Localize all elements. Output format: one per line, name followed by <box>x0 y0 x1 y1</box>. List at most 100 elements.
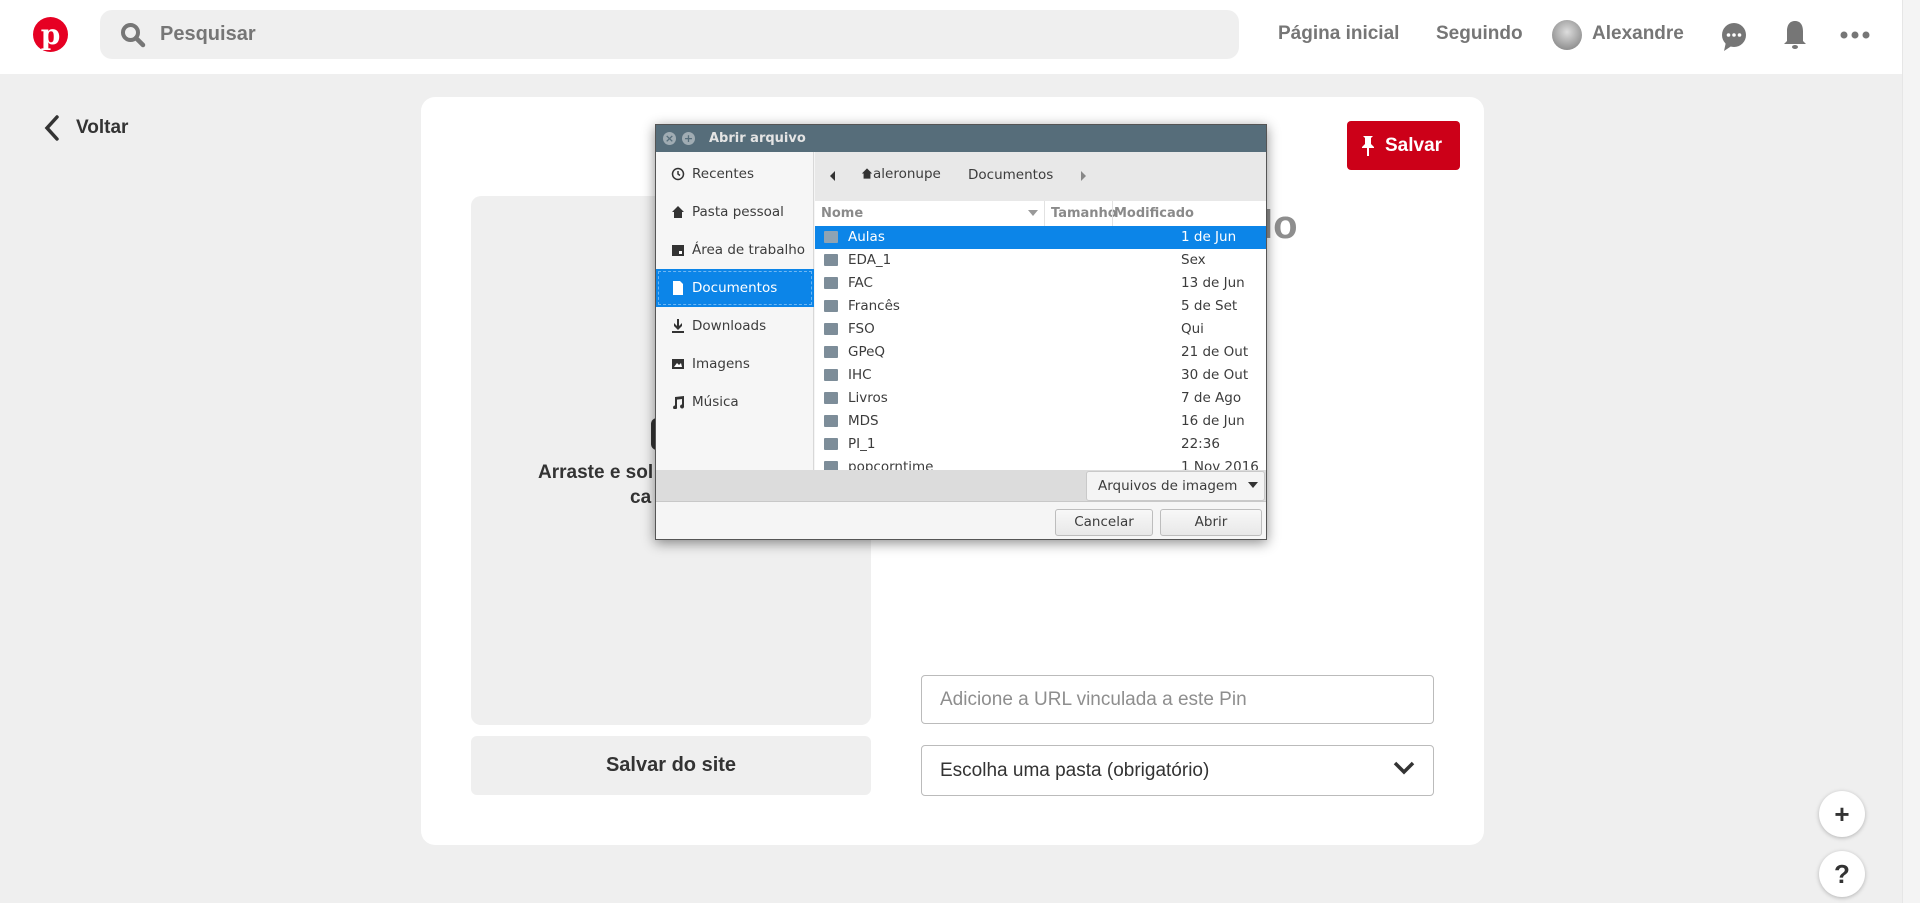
file-row[interactable]: popcorntime 1 Nov 2016 <box>815 456 1266 470</box>
sidebar-item-imagens[interactable]: Imagens <box>656 345 814 383</box>
path-segment-documentos[interactable]: Documentos <box>968 167 1053 183</box>
file-row[interactable]: GPeQ 21 de Out <box>815 341 1266 364</box>
music-icon <box>673 396 685 409</box>
search-icon <box>121 23 146 48</box>
folder-select-label: Escolha uma pasta (obrigatório) <box>940 760 1210 781</box>
file-type-filter[interactable]: Arquivos de imagem <box>1086 471 1265 501</box>
save-button-label: Salvar <box>1385 135 1443 156</box>
column-modified[interactable]: Modificado <box>1114 201 1194 226</box>
scrollbar[interactable] <box>1902 0 1920 903</box>
search-input[interactable]: Pesquisar <box>100 10 1239 59</box>
file-modified: 13 de Jun <box>1181 275 1245 291</box>
folder-icon <box>824 300 838 312</box>
upload-text-2: ca <box>630 487 652 508</box>
close-icon[interactable]: × <box>663 132 676 145</box>
file-modified: Sex <box>1181 252 1206 268</box>
sidebar-label: Imagens <box>692 356 750 372</box>
document-icon <box>673 281 683 295</box>
file-modified: 22:36 <box>1181 436 1220 452</box>
column-size[interactable]: Tamanho <box>1051 201 1117 226</box>
cancel-button[interactable]: Cancelar <box>1055 509 1153 536</box>
folder-icon <box>824 254 838 266</box>
avatar[interactable] <box>1552 20 1582 50</box>
sidebar-item-pasta-pessoal[interactable]: Pasta pessoal <box>656 193 814 231</box>
file-row[interactable]: PI_1 22:36 <box>815 433 1266 456</box>
save-from-site-button[interactable]: Salvar do site <box>471 736 871 795</box>
file-modified: 30 de Out <box>1181 367 1249 383</box>
add-button[interactable]: + <box>1819 791 1865 837</box>
file-name: IHC <box>848 367 872 383</box>
chevron-left-icon <box>44 115 59 141</box>
path-bar: aleronupe Documentos <box>815 152 1266 201</box>
pin-icon <box>1362 136 1374 156</box>
path-forward-icon[interactable] <box>1079 171 1087 181</box>
file-name: FAC <box>848 275 873 291</box>
search-placeholder: Pesquisar <box>160 23 256 45</box>
path-home-button[interactable]: aleronupe <box>861 166 941 182</box>
file-name: EDA_1 <box>848 252 892 268</box>
folder-select[interactable]: Escolha uma pasta (obrigatório) <box>921 745 1434 796</box>
nav-user[interactable]: Alexandre <box>1592 23 1684 45</box>
home-icon <box>861 168 873 179</box>
filter-bar: Arquivos de imagem <box>656 470 1266 502</box>
sidebar-item-downloads[interactable]: Downloads <box>656 307 814 345</box>
nav-following[interactable]: Seguindo <box>1436 23 1523 45</box>
sidebar-item-area-de-trabalho[interactable]: Área de trabalho <box>656 231 814 269</box>
file-row[interactable]: MDS 16 de Jun <box>815 410 1266 433</box>
file-row[interactable]: FSO Qui <box>815 318 1266 341</box>
sidebar-label: Pasta pessoal <box>692 204 784 220</box>
file-row[interactable]: IHC 30 de Out <box>815 364 1266 387</box>
file-row[interactable]: Aulas 1 de Jun <box>815 226 1266 249</box>
sidebar-item-musica[interactable]: Música <box>656 383 814 421</box>
folder-icon <box>824 415 838 427</box>
sidebar-item-recentes[interactable]: Recentes <box>656 155 814 193</box>
home-icon <box>672 206 684 218</box>
file-modified: 1 de Jun <box>1181 229 1237 245</box>
column-name[interactable]: Nome <box>821 201 863 226</box>
nav-home[interactable]: Página inicial <box>1278 23 1399 45</box>
file-modified: 1 Nov 2016 <box>1181 459 1259 470</box>
file-row[interactable]: FAC 13 de Jun <box>815 272 1266 295</box>
back-label: Voltar <box>76 117 129 138</box>
sidebar-item-documentos[interactable]: Documentos <box>656 269 814 307</box>
file-row[interactable]: Francês 5 de Set <box>815 295 1266 318</box>
dialog-titlebar[interactable]: Abrir arquivo <box>656 125 1266 152</box>
file-name: GPeQ <box>848 344 886 360</box>
sidebar-label: Recentes <box>692 166 754 182</box>
chat-icon[interactable] <box>1720 22 1748 52</box>
file-list-header: Nome Tamanho Modificado <box>815 201 1266 226</box>
sidebar-label: Downloads <box>692 318 767 334</box>
upload-text-1: Arraste e sol <box>538 462 654 483</box>
sidebar-label: Documentos <box>692 280 778 296</box>
sort-down-icon[interactable] <box>1028 210 1038 216</box>
maximize-icon[interactable]: + <box>682 132 695 145</box>
folder-icon <box>824 369 838 381</box>
chevron-down-icon <box>1393 761 1415 775</box>
file-row[interactable]: Livros 7 de Ago <box>815 387 1266 410</box>
save-button[interactable]: Salvar <box>1347 121 1460 170</box>
sidebar-label: Música <box>692 394 739 410</box>
url-input[interactable]: Adicione a URL vinculada a este Pin <box>921 675 1434 724</box>
image-icon <box>672 359 684 369</box>
help-button[interactable]: ? <box>1819 851 1865 897</box>
pin-title-input[interactable]: lo <box>1262 203 1298 248</box>
column-divider <box>1044 201 1045 226</box>
file-name: popcorntime <box>848 459 934 470</box>
bell-icon[interactable] <box>1783 19 1807 51</box>
folder-icon <box>824 231 838 243</box>
file-name: PI_1 <box>848 436 876 452</box>
file-modified: 7 de Ago <box>1181 390 1242 406</box>
file-modified: Qui <box>1181 321 1204 337</box>
download-icon <box>672 319 684 333</box>
path-back-icon[interactable] <box>829 171 837 181</box>
open-button[interactable]: Abrir <box>1160 509 1262 536</box>
file-name: MDS <box>848 413 879 429</box>
pinterest-logo[interactable]: p <box>33 17 68 52</box>
file-row[interactable]: EDA_1 Sex <box>815 249 1266 272</box>
more-icon[interactable] <box>1840 30 1870 40</box>
filter-label: Arquivos de imagem <box>1098 478 1238 494</box>
dialog-title: Abrir arquivo <box>709 131 806 146</box>
folder-icon <box>824 277 838 289</box>
folder-icon <box>824 461 838 470</box>
places-sidebar: Recentes Pasta pessoal Área de trabalho … <box>656 152 814 470</box>
